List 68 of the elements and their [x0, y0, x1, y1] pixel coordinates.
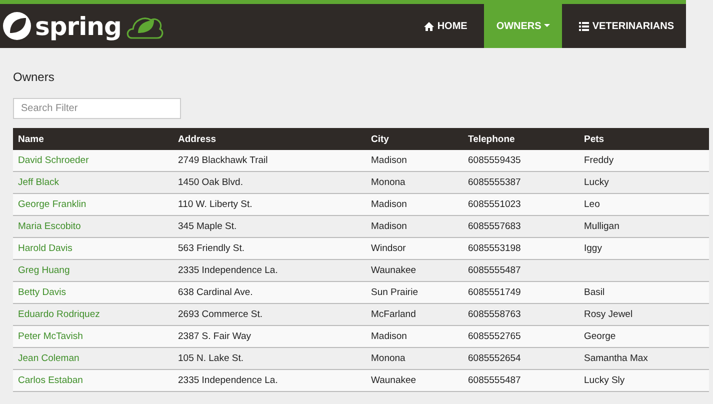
table-cell: Waunakee — [366, 370, 463, 392]
owner-link[interactable]: Betty Davis — [13, 282, 173, 304]
table-cell: 345 Maple St. — [173, 216, 366, 238]
owner-link[interactable]: Peter McTavish — [13, 326, 173, 348]
table-cell: Madison — [366, 216, 463, 238]
table-cell: Lucky Sly — [579, 370, 709, 392]
table-cell: 105 N. Lake St. — [173, 348, 366, 370]
table-cell: 110 W. Liberty St. — [173, 194, 366, 216]
list-icon — [579, 22, 590, 30]
table-cell: 563 Friendly St. — [173, 238, 366, 260]
table-cell: 6085558763 — [463, 304, 579, 326]
caret-icon — [544, 24, 550, 28]
table-cell: Leo — [579, 194, 709, 216]
brand-logo-text: spring — [35, 12, 122, 40]
table-cell: Lucky — [579, 172, 709, 194]
table-cell: 2693 Commerce St. — [173, 304, 366, 326]
table-cell: 6085551749 — [463, 282, 579, 304]
table-cell: Madison — [366, 150, 463, 172]
table-cell: Rosy Jewel — [579, 304, 709, 326]
owner-link[interactable]: Maria Escobito — [13, 216, 173, 238]
column-header: Telephone — [463, 128, 579, 150]
table-cell: 6085553198 — [463, 238, 579, 260]
table-cell: 6085552654 — [463, 348, 579, 370]
table-cell: Iggy — [579, 238, 709, 260]
table-cell: 2335 Independence La. — [173, 260, 366, 282]
table-cell: 6085551023 — [463, 194, 579, 216]
table-cell: Mulligan — [579, 216, 709, 238]
owner-link[interactable]: David Schroeder — [13, 150, 173, 172]
table-cell: Basil — [579, 282, 709, 304]
owner-link[interactable]: Greg Huang — [13, 260, 173, 282]
nav-link[interactable]: VETERINARIANS — [567, 4, 686, 48]
table-cell: 6085559435 — [463, 150, 579, 172]
table-cell: 2749 Blackhawk Trail — [173, 150, 366, 172]
owner-link[interactable]: Carlos Estaban — [13, 370, 173, 392]
table-cell: 6085557683 — [463, 216, 579, 238]
table-cell: Sun Prairie — [366, 282, 463, 304]
table-cell: McFarland — [366, 304, 463, 326]
nav-link[interactable]: OWNERS — [484, 4, 562, 48]
table-cell: 6085555487 — [463, 260, 579, 282]
owner-link[interactable]: George Franklin — [13, 194, 173, 216]
table-cell: 638 Cardinal Ave. — [173, 282, 366, 304]
owner-link[interactable]: Eduardo Rodriquez — [13, 304, 173, 326]
table-cell: George — [579, 326, 709, 348]
table-cell: Samantha Max — [579, 348, 709, 370]
table-cell: Monona — [366, 172, 463, 194]
nav-link[interactable]: HOME — [412, 4, 480, 48]
column-header: Name — [13, 128, 173, 150]
table-cell: 6085555387 — [463, 172, 579, 194]
table-cell: 6085555487 — [463, 370, 579, 392]
table-cell: Windsor — [366, 238, 463, 260]
owner-link[interactable]: Harold Davis — [13, 238, 173, 260]
table-cell: Waunakee — [366, 260, 463, 282]
home-icon — [424, 22, 434, 30]
column-header: Pets — [579, 128, 709, 150]
table-cell: Madison — [366, 326, 463, 348]
table-cell: 6085552765 — [463, 326, 579, 348]
owner-link[interactable]: Jeff Black — [13, 172, 173, 194]
table-cell: 2387 S. Fair Way — [173, 326, 366, 348]
table-cell: 1450 Oak Blvd. — [173, 172, 366, 194]
column-header: Address — [173, 128, 366, 150]
table-cell: 2335 Independence La. — [173, 370, 366, 392]
table-cell: Freddy — [579, 150, 709, 172]
owner-link[interactable]: Jean Coleman — [13, 348, 173, 370]
page-title: Owners — [13, 70, 56, 84]
column-header: City — [366, 128, 463, 150]
search-field[interactable]: Search Filter — [13, 98, 181, 119]
table-cell: Madison — [366, 194, 463, 216]
table-cell: Monona — [366, 348, 463, 370]
